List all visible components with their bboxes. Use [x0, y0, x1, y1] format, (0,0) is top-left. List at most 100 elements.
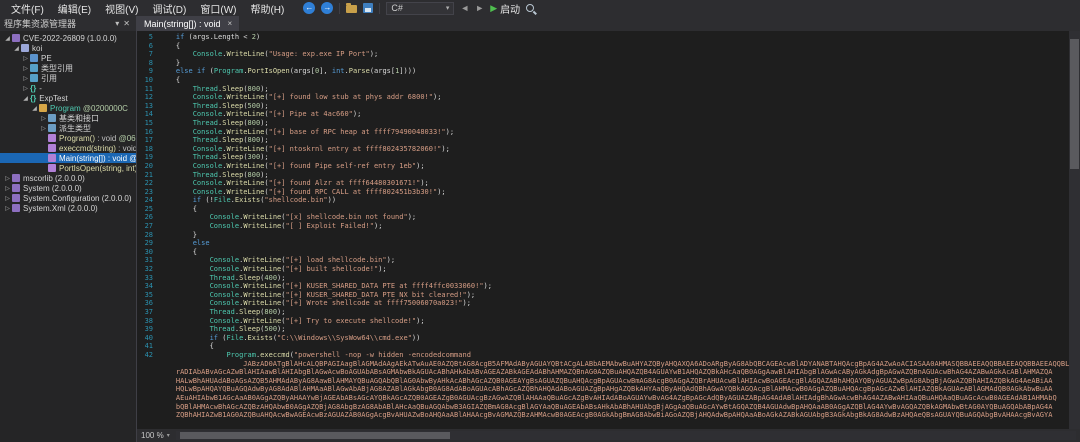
line-number: 41: [137, 342, 159, 351]
panel-close-icon[interactable]: ✕: [121, 19, 132, 28]
search-icon[interactable]: [526, 4, 534, 12]
assembly-explorer-panel: 程序集资源管理器 ▾ ✕ ◢CVE-2022-26809 (1.0.0.0)◢k…: [0, 16, 136, 442]
tab-main-method[interactable]: Main(string[]) : void ×: [137, 16, 239, 31]
code-text: Console.WriteLine("[+] load shellcode.bi…: [159, 256, 395, 265]
tree-item-label: 引用: [41, 73, 57, 83]
tree-item[interactable]: execcmd(string) : void @06000002: [0, 143, 136, 153]
tree-item[interactable]: ▷System.Xml (2.0.0.0): [0, 203, 136, 213]
navigate-back-button[interactable]: ←: [303, 2, 315, 14]
vertical-scrollbar[interactable]: [1069, 31, 1080, 429]
code-line: 21 Thread.Sleep(800);: [137, 171, 1069, 180]
tree-item[interactable]: ◢koi: [0, 43, 136, 53]
menu-item-3[interactable]: 调试(D): [145, 1, 193, 16]
expander-icon[interactable]: ▷: [39, 125, 48, 132]
code-line: 14 Console.WriteLine("[+] Pipe at 4ac660…: [137, 110, 1069, 119]
tree-item[interactable]: Main(string[]) : void @06000003: [0, 153, 136, 163]
line-number: 13: [137, 102, 159, 111]
line-number: 15: [137, 119, 159, 128]
code-text: if (args.Length < 2): [159, 33, 260, 42]
code-editor[interactable]: 5 if (args.Length < 2)6 {7 Console.Write…: [137, 31, 1080, 429]
expander-icon[interactable]: ▷: [21, 65, 30, 72]
code-text: Thread.Sleep(800);: [159, 308, 285, 317]
code-text: bQBlAHMAcwBhAGcAZQBzAHQAbwB0AGgAZQBjAG8A…: [159, 403, 1052, 412]
code-line: 19 Thread.Sleep(300);: [137, 153, 1069, 162]
tree-item[interactable]: ▷派生类型: [0, 123, 136, 133]
tree-item[interactable]: PortIsOpen(string, int) : bool @06000004: [0, 163, 136, 173]
expander-icon[interactable]: ◢: [3, 35, 12, 42]
expander-icon[interactable]: ▷: [21, 55, 30, 62]
tree-item[interactable]: ▷System (2.0.0.0): [0, 183, 136, 193]
ref-icon: [30, 74, 38, 82]
expander-icon[interactable]: ▷: [3, 205, 12, 212]
line-number: 42: [137, 351, 159, 360]
code-text: Thread.Sleep(300);: [159, 153, 269, 162]
menu-item-5[interactable]: 帮助(H): [243, 1, 291, 16]
tree-item[interactable]: ▷ 引用: [0, 73, 136, 83]
navigate-forward-button[interactable]: →: [321, 2, 333, 14]
panel-title: 程序集资源管理器: [4, 17, 113, 30]
tree-item[interactable]: ▷类型引用: [0, 63, 136, 73]
tree-item-label: Program() : void @06000001: [59, 134, 136, 143]
panel-menu-icon[interactable]: ▾: [113, 19, 121, 28]
tab-bar: Main(string[]) : void ×: [137, 16, 1080, 31]
tree-item[interactable]: ▷mscorlib (2.0.0.0): [0, 173, 136, 183]
code-text: Console.WriteLine("[+] found Pipe self-r…: [159, 162, 425, 171]
code-text: AEuAHIAbwB1AGcAaAB0AGgAZQByAHAAYwBjAGEAb…: [159, 394, 1057, 403]
tree-item-label: ExpTest: [39, 94, 67, 103]
expander-icon[interactable]: ◢: [21, 95, 30, 102]
menu-item-0[interactable]: 文件(F): [4, 1, 51, 16]
code-line: 40 if (File.Exists("C:\\Windows\\SysWow6…: [137, 334, 1069, 343]
expander-icon[interactable]: ◢: [30, 105, 39, 112]
vertical-scrollbar-thumb[interactable]: [1070, 39, 1079, 169]
menu-item-4[interactable]: 窗口(W): [193, 1, 243, 16]
code-line: 17 Thread.Sleep(800);: [137, 136, 1069, 145]
code-text: Console.WriteLine("[+] found low stub at…: [159, 93, 441, 102]
save-all-icon[interactable]: [363, 3, 373, 13]
tree-item[interactable]: ▷{}-: [0, 83, 136, 93]
tree-item[interactable]: ▷ System.Configuration (2.0.0.0): [0, 193, 136, 203]
tree-item-label: PortIsOpen(string, int) : bool @06000004: [59, 164, 136, 173]
start-debug-button[interactable]: ▶ 启动: [490, 1, 520, 16]
line-number: 32: [137, 265, 159, 274]
code-line: 26 Console.WriteLine("[x] shellcode.bin …: [137, 213, 1069, 222]
expander-icon[interactable]: ▷: [21, 75, 30, 82]
assembly-tree[interactable]: ◢CVE-2022-26809 (1.0.0.0)◢koi▷PE▷类型引用▷引用…: [0, 31, 136, 442]
next-button[interactable]: ►: [475, 3, 484, 13]
line-number: 12: [137, 93, 159, 102]
tab-close-icon[interactable]: ×: [228, 19, 233, 28]
tree-item[interactable]: ▷PE: [0, 53, 136, 63]
code-text: rADIAbABvAGcAZwBlAHIAawBlAHIAbgBlAGwAcwB…: [159, 368, 1052, 377]
tree-item[interactable]: ▷基类和接口: [0, 113, 136, 123]
prev-button[interactable]: ◄: [460, 3, 469, 13]
menu-item-1[interactable]: 编辑(E): [51, 1, 98, 16]
zoom-control[interactable]: 100 % ▾: [141, 431, 170, 440]
expander-icon[interactable]: ▷: [3, 195, 12, 202]
code-line: ZQBhAHIAZwB1AG0AZQBuAHQAcwBwAGEAcwBzAGUA…: [137, 411, 1069, 420]
tree-item[interactable]: ◢Program @0200000C: [0, 103, 136, 113]
code-text: Thread.Sleep(500);: [159, 102, 269, 111]
expander-icon[interactable]: ▷: [21, 85, 30, 92]
expander-icon[interactable]: ▷: [3, 185, 12, 192]
tree-item[interactable]: ◢CVE-2022-26809 (1.0.0.0): [0, 33, 136, 43]
horizontal-scrollbar[interactable]: [176, 431, 1076, 440]
language-select[interactable]: C# ▾: [386, 2, 454, 15]
line-number: 10: [137, 76, 159, 85]
code-line: 18 Console.WriteLine("[+] ntoskrnl entry…: [137, 145, 1069, 154]
tree-item[interactable]: Program() : void @06000001: [0, 133, 136, 143]
menu-item-2[interactable]: 视图(V): [98, 1, 145, 16]
tree-item-label: System.Configuration (2.0.0.0): [23, 194, 132, 203]
expander-icon[interactable]: ◢: [12, 45, 21, 52]
code-text: else: [159, 239, 210, 248]
expander-icon[interactable]: ▷: [3, 175, 12, 182]
horizontal-scrollbar-thumb[interactable]: [180, 432, 450, 439]
main-area: 程序集资源管理器 ▾ ✕ ◢CVE-2022-26809 (1.0.0.0)◢k…: [0, 16, 1080, 442]
line-number: 9: [137, 67, 159, 76]
expander-icon[interactable]: ▷: [39, 115, 48, 122]
open-file-icon[interactable]: [346, 5, 357, 13]
code-line: 10 {: [137, 76, 1069, 85]
assembly-icon: [12, 34, 20, 42]
line-number: [137, 377, 159, 386]
code-text: Console.WriteLine("[x] shellcode.bin not…: [159, 213, 416, 222]
tree-item-label: -: [39, 84, 42, 93]
tree-item[interactable]: ◢{}ExpTest: [0, 93, 136, 103]
